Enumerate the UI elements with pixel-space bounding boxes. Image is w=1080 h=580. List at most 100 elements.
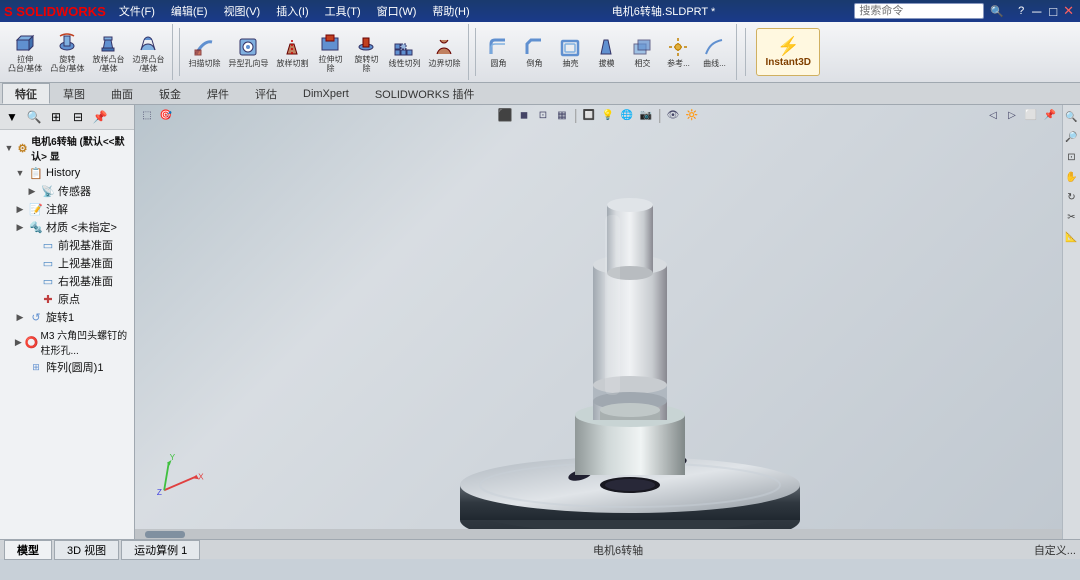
pin-icon[interactable]: 📌 [90,107,110,127]
intersect-button[interactable]: 相交 [624,26,660,78]
restore-view-icon[interactable]: ⬜ [1023,107,1039,123]
view-orientation-icon[interactable]: 🎯 [158,107,174,123]
tab-motion[interactable]: 运动算例 1 [121,540,200,560]
tab-weldments[interactable]: 焊件 [194,83,242,104]
plane-front-icon: ▭ [40,237,56,253]
feature-tree: ▼ ⚙ 电机6转轴 (默认<<默认> 显 ▼ 📋 History ▶ 📡 传感器… [0,130,134,539]
search-input[interactable] [854,3,984,19]
minimize-button[interactable]: － [1030,2,1043,21]
tree-item-history[interactable]: ▼ 📋 History [0,164,134,182]
boundary-cut-icon [432,35,456,59]
shading-icon[interactable]: ◼ [516,107,532,123]
revolve-boss-button[interactable]: 旋转凸台/基体 [46,26,88,78]
chamfer-icon [522,35,546,59]
menu-help[interactable]: 帮助(H) [429,3,472,19]
tab-features[interactable]: 特征 [2,83,50,104]
status-right[interactable]: 自定义... [1034,542,1076,558]
horizontal-scroll-thumb[interactable] [145,531,185,538]
rp-pan[interactable]: ✋ [1064,169,1080,185]
collapse-all-icon[interactable]: ⊟ [68,107,88,127]
extrude-boss-button[interactable]: 拉伸凸台/基体 [4,26,46,78]
menu-insert[interactable]: 插入(I) [273,3,311,19]
sweep-cut-label: 扫描切除 [188,60,220,69]
close-button[interactable]: ✕ [1063,3,1074,19]
rp-zoom-out[interactable]: 🔎 [1064,129,1080,145]
draft-button[interactable]: 拔模 [588,26,624,78]
tree-item-sensors[interactable]: ▶ 📡 传感器 [0,182,134,200]
tab-evaluate[interactable]: 评估 [242,83,290,104]
curves-button[interactable]: 曲线... [696,26,732,78]
filter-icon[interactable]: ▼ [2,107,22,127]
loft-cut-button[interactable]: 放样切割 [272,26,312,78]
menu-window[interactable]: 窗口(W) [374,3,420,19]
horizontal-scrollbar[interactable] [135,529,1062,539]
tab-3dview[interactable]: 3D 视图 [54,540,119,560]
tree-item-annotations[interactable]: ▶ 📝 注解 [0,200,134,218]
scene-icon[interactable]: 🌐 [619,107,635,123]
reference-label: 参考... [667,60,690,69]
left-panel-toolbar: ▼ 🔍 ⊞ ⊟ 📌 [0,105,134,130]
loft-boss-button[interactable]: 放样凸台/基体 [88,26,128,78]
reference-button[interactable]: 参考... [660,26,696,78]
tree-hole-label: M3 六角凹头螺钉的柱形孔... [40,327,132,357]
solidworks-logo: S SOLIDWORKS [4,4,106,19]
rp-zoom-in[interactable]: 🔍 [1064,109,1080,125]
lights-icon[interactable]: 💡 [600,107,616,123]
tab-sketch[interactable]: 草图 [50,83,98,104]
menu-view[interactable]: 视图(V) [221,3,264,19]
tree-pattern-label: 阵列(圆周)1 [46,359,103,375]
viewport[interactable]: ⬚ 🎯 ⬛ ◼ ⊡ ▦ 🔲 💡 🌐 📷 👁 🔆 ◁ ▷ ⬜ 📌 [135,105,1062,539]
selection-filter-icon[interactable]: ⬚ [139,107,155,123]
tree-item-origin[interactable]: ✚ 原点 [0,290,134,308]
maximize-button[interactable]: □ [1049,4,1057,19]
rp-measure[interactable]: 📐 [1064,229,1080,245]
menu-file[interactable]: 文件(F) [116,3,158,19]
menu-edit[interactable]: 编辑(E) [168,3,211,19]
tree-item-right-plane[interactable]: ▭ 右视基准面 [0,272,134,290]
section-view-icon[interactable]: ▦ [554,107,570,123]
hole-wizard-label: 异型孔向导 [228,60,268,69]
hole-wizard-button[interactable]: 异型孔向导 [224,26,272,78]
extrude-cut-button[interactable]: 拉伸切除 [312,26,348,78]
shell-button[interactable]: 抽壳 [552,26,588,78]
chamfer-button[interactable]: 倒角 [516,26,552,78]
boundary-cut-button[interactable]: 边界切除 [424,26,464,78]
tab-dimxpert[interactable]: DimXpert [290,83,362,104]
instant3d-button[interactable]: ⚡ Instant3D [756,28,820,76]
tree-item-revolve1[interactable]: ▶ ↺ 旋转1 [0,308,134,326]
tree-item-material[interactable]: ▶ 🔩 材质 <未指定> [0,218,134,236]
sweep-cut-button[interactable]: 扫描切除 [184,26,224,78]
tree-item-hole[interactable]: ▶ ⭕ M3 六角凹头螺钉的柱形孔... [0,326,134,358]
rp-zoom-fit[interactable]: ⊡ [1064,149,1080,165]
zoom-fit-vp-icon[interactable]: ⊡ [535,107,551,123]
rp-section[interactable]: ✂ [1064,209,1080,225]
expand-icon-front [26,239,38,251]
reference-icon [666,35,690,59]
expand-all-icon[interactable]: ⊞ [46,107,66,127]
view-cube-icon[interactable]: 🔲 [581,107,597,123]
next-view-icon[interactable]: ▷ [1004,107,1020,123]
display-style-icon[interactable]: ⬛ [497,107,513,123]
features-group: 圆角 倒角 抽壳 拔模 [480,24,737,80]
tab-model[interactable]: 模型 [4,540,52,560]
revolve-cut-button[interactable]: 旋转切除 [348,26,384,78]
boundary-boss-button[interactable]: 边界凸台/基体 [128,26,168,78]
tab-solidworks-plugins[interactable]: SOLIDWORKS 插件 [362,83,488,104]
linear-pattern-icon [392,35,416,59]
tree-item-top-plane[interactable]: ▭ 上视基准面 [0,254,134,272]
tab-sheetmetal[interactable]: 钣金 [146,83,194,104]
hide-show-icon[interactable]: 👁 [665,107,681,123]
display-icon2[interactable]: 🔆 [684,107,700,123]
tree-item-pattern[interactable]: ⊞ 阵列(圆周)1 [0,358,134,376]
camera-icon[interactable]: 📷 [638,107,654,123]
rp-rotate[interactable]: ↻ [1064,189,1080,205]
tab-surface[interactable]: 曲面 [98,83,146,104]
tree-item-root[interactable]: ▼ ⚙ 电机6转轴 (默认<<默认> 显 [0,132,134,164]
previous-view-icon[interactable]: ◁ [985,107,1001,123]
linear-pattern-button[interactable]: 线性切列 [384,26,424,78]
menu-tools[interactable]: 工具(T) [322,3,364,19]
tree-item-front-plane[interactable]: ▭ 前视基准面 [0,236,134,254]
fillet-button[interactable]: 圆角 [480,26,516,78]
search-tree-icon[interactable]: 🔍 [24,107,44,127]
pin-view-icon[interactable]: 📌 [1042,107,1058,123]
